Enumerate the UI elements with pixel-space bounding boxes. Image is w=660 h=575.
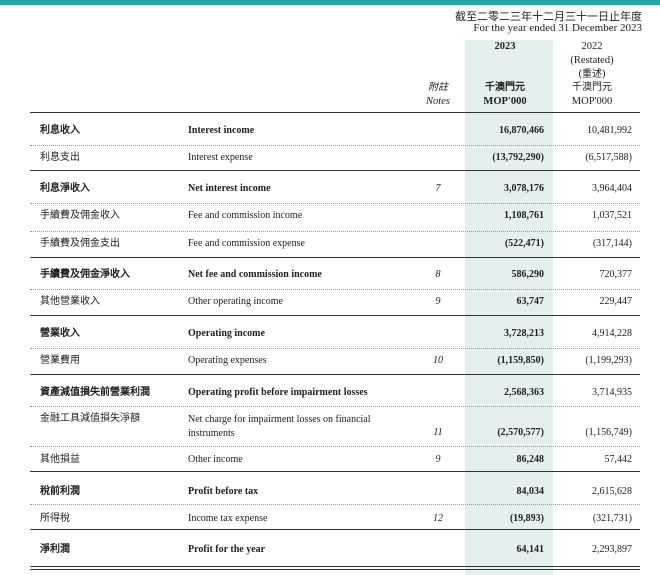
row-divider	[30, 231, 640, 232]
row-label-zh: 營業費用	[40, 355, 80, 366]
value-2023: 1,108,761	[504, 210, 544, 221]
top-title-band	[0, 0, 660, 5]
row-label-en: Interest income	[188, 125, 255, 136]
value-2022: 57,442	[604, 454, 633, 465]
value-2022: 1,037,521	[592, 210, 632, 221]
value-2022: 2,293,897	[592, 544, 632, 555]
value-2022: 229,447	[599, 296, 633, 307]
row-divider	[30, 203, 640, 204]
row-label-zh: 利息收入	[40, 125, 80, 136]
value-2022: 3,964,404	[592, 183, 632, 194]
row-label-en: Operating expenses	[188, 355, 267, 366]
row-label-zh: 手續費及佣金淨收入	[40, 269, 130, 280]
row-label-zh: 資產減值損失前營業利潤	[40, 387, 150, 398]
row-label-en: Operating income	[188, 328, 265, 339]
value-2023: 86,248	[516, 454, 545, 465]
value-2023: 3,728,213	[504, 328, 544, 339]
value-2023: 16,870,466	[499, 125, 544, 136]
unit-2023-en: MOP'000	[483, 96, 527, 107]
value-2023: 3,078,176	[504, 183, 544, 194]
row-label-zh: 稅前利潤	[40, 486, 80, 497]
value-2023: 64,141	[516, 544, 545, 555]
row-label-zh: 所得稅	[40, 513, 70, 524]
row-label-en: Other operating income	[188, 296, 283, 307]
value-2022: (1,199,293)	[585, 355, 632, 366]
row-label-en: Net fee and commission income	[188, 269, 322, 280]
notes-header-zh: 附註	[428, 82, 448, 93]
row-divider	[30, 289, 640, 290]
value-2022: (1,156,749)	[585, 427, 632, 438]
row-note: 9	[435, 454, 441, 465]
section-rule	[30, 529, 640, 530]
section-rule	[30, 315, 640, 316]
row-label-zh: 利息淨收入	[40, 183, 90, 194]
value-2023: 63,747	[516, 296, 545, 307]
value-2022: 3,714,935	[592, 387, 632, 398]
row-label-zh: 利息支出	[40, 152, 80, 163]
row-note: 7	[435, 183, 441, 194]
unit-2023-zh: 千澳門元	[485, 82, 525, 93]
restated-label-zh: (重述)	[578, 69, 606, 80]
row-label-en: Interest expense	[188, 152, 253, 163]
row-divider	[30, 406, 640, 407]
row-label-en: Profit for the year	[188, 544, 266, 555]
row-note: 11	[433, 427, 443, 438]
section-rule	[30, 374, 640, 375]
row-label-en: Income tax expense	[188, 513, 268, 524]
double-rule-bottom	[30, 569, 640, 570]
row-label-zh: 手續費及佣金收入	[40, 210, 120, 221]
double-rule-top	[30, 566, 640, 567]
row-label-en: Fee and commission income	[188, 210, 303, 221]
row-label-en: Net charge for impairment losses on fina…	[188, 414, 371, 439]
value-2022: (317,144)	[592, 238, 632, 249]
period-label-en: For the year ended 31 December 2023	[473, 22, 642, 34]
value-2022: (6,517,588)	[585, 152, 632, 163]
row-label-zh: 手續費及佣金支出	[40, 238, 120, 249]
row-divider	[30, 446, 640, 447]
row-divider	[30, 348, 640, 349]
value-2023: (2,570,577)	[497, 427, 544, 438]
value-2022: 4,914,228	[592, 328, 632, 339]
row-label-en: Fee and commission expense	[188, 238, 305, 249]
section-rule	[30, 471, 640, 472]
row-divider	[30, 145, 640, 146]
header-rule	[30, 112, 640, 113]
unit-2022-zh: 千澳門元	[572, 82, 612, 93]
row-note: 8	[435, 269, 441, 280]
row-note: 10	[433, 355, 443, 366]
row-label-en: Profit before tax	[188, 486, 259, 497]
row-label-zh: 其他營業收入	[40, 296, 100, 307]
notes-header-en: Notes	[426, 96, 450, 107]
value-2023: 84,034	[516, 486, 545, 497]
row-label-zh: 營業收入	[40, 328, 80, 339]
row-label-zh: 其他損益	[40, 454, 80, 465]
row-label-en: Other income	[188, 454, 243, 465]
row-note: 9	[435, 296, 441, 307]
row-label-zh: 金融工具減值損失淨額	[40, 413, 140, 424]
row-label-en: Operating profit before impairment losse…	[188, 387, 368, 398]
value-2023: (19,893)	[509, 513, 544, 524]
value-2023: (13,792,290)	[492, 152, 544, 163]
section-rule	[30, 257, 640, 258]
value-2023: 2,568,363	[504, 387, 544, 398]
year-2023-header: 2023	[494, 41, 516, 52]
value-2023: (1,159,850)	[497, 355, 544, 366]
restated-label-en: (Restated)	[570, 55, 614, 66]
value-2022: (321,731)	[592, 513, 632, 524]
row-divider	[30, 504, 640, 505]
unit-2022-en: MOP'000	[571, 96, 613, 107]
value-2023: 586,290	[511, 269, 545, 280]
section-rule	[30, 170, 640, 171]
value-2023: (522,471)	[504, 238, 544, 249]
row-label-zh: 淨利潤	[40, 544, 70, 555]
row-note: 12	[433, 513, 443, 524]
value-2022: 720,377	[599, 269, 633, 280]
value-2022: 2,615,628	[592, 486, 632, 497]
value-2022: 10,481,992	[587, 125, 632, 136]
row-label-en: Net interest income	[188, 183, 271, 194]
year-2022-header: 2022	[581, 41, 603, 52]
